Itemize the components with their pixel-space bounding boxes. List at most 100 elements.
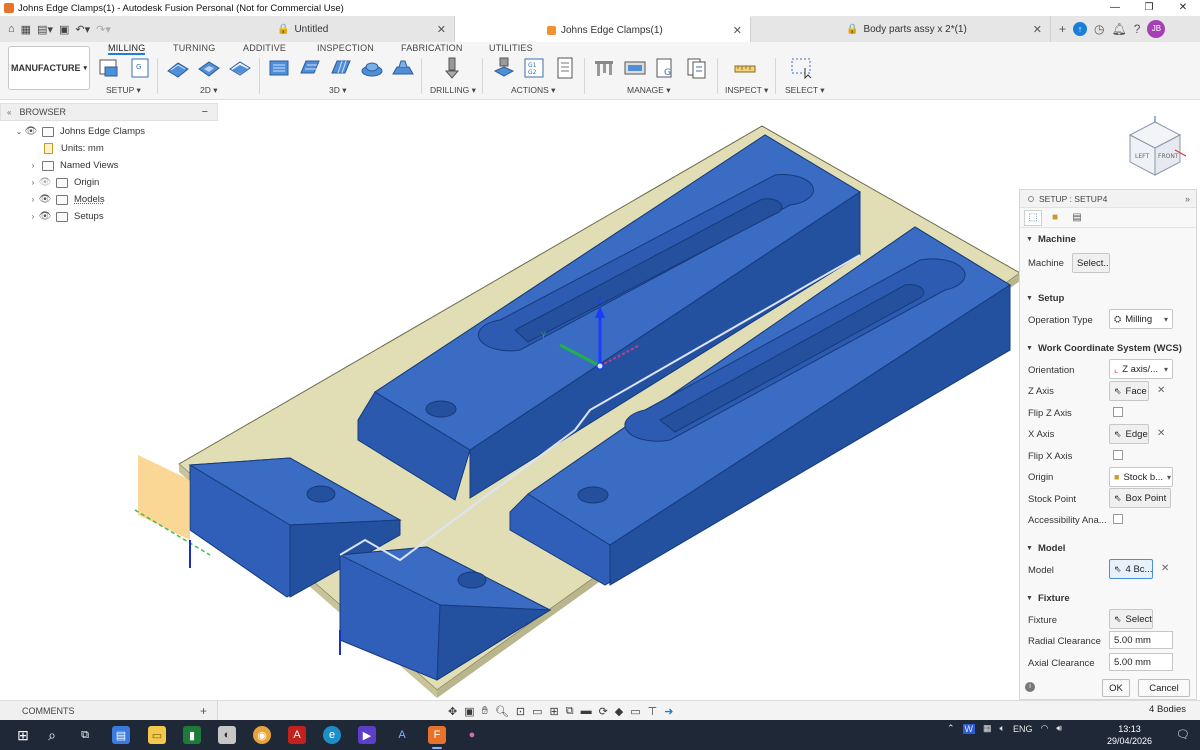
zoom-icon[interactable]: 🔍︎ bbox=[495, 705, 509, 718]
orbit-icon[interactable]: ✥ bbox=[448, 705, 457, 718]
origin-dropdown[interactable]: ■ Stock b... ▾ bbox=[1109, 467, 1173, 487]
orientation-dropdown[interactable]: ⌞ Z axis/... ▾ bbox=[1109, 359, 1173, 379]
select-icon[interactable] bbox=[790, 57, 814, 79]
clock[interactable]: 13:13 29/04/2026 bbox=[1107, 723, 1152, 747]
grid-icon[interactable]: ▦ bbox=[21, 23, 31, 36]
tree-item-named-views[interactable]: › Named Views bbox=[28, 158, 124, 173]
speaker-icon[interactable]: 🔈︎ bbox=[1000, 723, 1005, 734]
group-inspect-label[interactable]: INSPECT ▾ bbox=[725, 85, 768, 96]
tab-turning[interactable]: TURNING bbox=[173, 43, 215, 53]
expand-dialog-icon[interactable]: » bbox=[1185, 194, 1190, 204]
tree-item-origin[interactable]: › 👁︎ Origin bbox=[28, 175, 114, 190]
eye-icon[interactable]: 👁︎ bbox=[24, 126, 38, 137]
section-fixture[interactable]: ▼ Fixture bbox=[1026, 593, 1070, 604]
clear-selection-icon[interactable]: ✕ bbox=[1161, 563, 1169, 574]
chevron-up-icon[interactable]: ⌃ bbox=[947, 723, 955, 734]
workspace-switcher[interactable]: MANUFACTURE ▾ bbox=[8, 46, 90, 90]
operation-type-dropdown[interactable]: ⛭ Milling ▾ bbox=[1109, 309, 1173, 329]
fixture-selection-button[interactable]: ⇖ Select bbox=[1109, 609, 1153, 629]
save-icon[interactable]: ▣ bbox=[59, 23, 69, 36]
axial-clearance-input[interactable]: 5.00 mm bbox=[1109, 653, 1173, 671]
measure-icon[interactable] bbox=[733, 57, 757, 79]
network-icon[interactable]: ▦ bbox=[983, 723, 992, 734]
tree-item-models[interactable]: › 👁︎ Models bbox=[28, 192, 120, 207]
2d-pocket-icon[interactable] bbox=[197, 57, 221, 79]
section-view-icon[interactable]: ◆ bbox=[615, 705, 623, 718]
post-process-icon[interactable]: G1G2 bbox=[522, 57, 546, 79]
group-drilling-label[interactable]: DRILLING ▾ bbox=[430, 85, 476, 96]
undo-icon[interactable]: ↶▾ bbox=[75, 23, 90, 36]
eye-hidden-icon[interactable]: 👁︎ bbox=[38, 177, 52, 188]
2d-adaptive-icon[interactable] bbox=[166, 57, 190, 79]
radial-clearance-input[interactable]: 5.00 mm bbox=[1109, 631, 1173, 649]
pan-icon[interactable]: ✋︎ bbox=[482, 705, 488, 718]
word-icon[interactable]: W bbox=[962, 723, 976, 734]
grid-settings-icon[interactable]: ⊞ bbox=[550, 705, 559, 718]
chrome-icon[interactable]: ◉ bbox=[253, 726, 271, 744]
add-comment-icon[interactable]: + bbox=[200, 704, 207, 718]
minimize-button[interactable]: — bbox=[1098, 0, 1132, 16]
tab-utilities[interactable]: UTILITIES bbox=[489, 43, 533, 53]
group-3d-label[interactable]: 3D ▾ bbox=[329, 85, 347, 96]
home-icon[interactable]: ⌂ bbox=[8, 23, 15, 35]
eye-icon[interactable]: 👁︎ bbox=[38, 194, 52, 205]
flip-x-checkbox[interactable] bbox=[1113, 450, 1123, 460]
accessibility-checkbox[interactable] bbox=[1113, 514, 1123, 524]
tab-fabrication[interactable]: FABRICATION bbox=[401, 43, 463, 53]
file-explorer-icon[interactable]: ▭ bbox=[148, 726, 166, 744]
section-model[interactable]: ▼ Model bbox=[1026, 543, 1065, 554]
tree-item-units[interactable]: Units: mm bbox=[42, 141, 112, 156]
language-indicator[interactable]: ENG bbox=[1013, 724, 1033, 734]
rotate-icon[interactable]: ⟳ bbox=[599, 705, 608, 718]
update-icon[interactable]: ↑ bbox=[1073, 22, 1088, 36]
simulate-icon[interactable] bbox=[492, 57, 516, 79]
cancel-button[interactable]: Cancel bbox=[1138, 679, 1190, 697]
bell-icon[interactable]: 🔔︎ bbox=[1112, 22, 1127, 36]
flip-z-checkbox[interactable] bbox=[1113, 407, 1123, 417]
tab-additive[interactable]: ADDITIVE bbox=[243, 43, 286, 53]
avatar[interactable]: JB bbox=[1147, 20, 1166, 38]
simulation-icon[interactable]: ➜ bbox=[664, 705, 673, 718]
tab-milling[interactable]: MILLING bbox=[108, 43, 146, 55]
info-icon[interactable]: i bbox=[1025, 682, 1035, 692]
sheets-icon[interactable]: ▮ bbox=[183, 726, 201, 744]
chevron-right-icon[interactable]: › bbox=[28, 161, 38, 170]
clear-selection-icon[interactable]: ✕ bbox=[1157, 428, 1165, 439]
group-manage-label[interactable]: MANAGE ▾ bbox=[627, 85, 670, 96]
z-axis-selection-button[interactable]: ⇖ Face bbox=[1109, 381, 1149, 401]
group-actions-label[interactable]: ACTIONS ▾ bbox=[511, 85, 555, 96]
autodesk-icon[interactable]: A bbox=[393, 726, 411, 744]
maximize-button[interactable]: ❐ bbox=[1132, 0, 1166, 16]
eye-icon[interactable]: 👁︎ bbox=[38, 211, 52, 222]
tool-library-icon[interactable] bbox=[592, 57, 616, 79]
drill-icon[interactable] bbox=[440, 57, 464, 79]
clear-selection-icon[interactable]: ✕ bbox=[1157, 385, 1165, 396]
close-tab-icon[interactable]: ✕ bbox=[733, 24, 742, 37]
comments-panel[interactable]: COMMENTS + bbox=[0, 701, 218, 721]
object-visibility-icon[interactable]: ▬ bbox=[581, 705, 592, 717]
group-select-label[interactable]: SELECT ▾ bbox=[785, 85, 825, 96]
windows-start-icon[interactable]: ⊞ bbox=[14, 726, 32, 744]
group-setup-label[interactable]: SETUP ▾ bbox=[106, 85, 141, 96]
section-wcs[interactable]: ▼ Work Coordinate System (WCS) bbox=[1026, 343, 1182, 354]
setup-tab-icon[interactable]: ⬚ bbox=[1024, 209, 1042, 226]
stock-point-button[interactable]: ⇖ Box Point bbox=[1109, 488, 1171, 508]
wifi-icon[interactable]: ◠ bbox=[1040, 723, 1048, 734]
clock-icon[interactable]: ◷ bbox=[1094, 22, 1104, 36]
fit-icon[interactable]: ⊡ bbox=[516, 705, 525, 718]
parallel-icon[interactable] bbox=[329, 57, 353, 79]
file-menu-icon[interactable]: ▤▾ bbox=[37, 23, 53, 36]
store-icon[interactable]: ▤ bbox=[112, 726, 130, 744]
tab-inspection[interactable]: INSPECTION bbox=[317, 43, 374, 53]
tab-johns-edge-clamps[interactable]: Johns Edge Clamps(1) ✕ bbox=[455, 16, 751, 42]
x-axis-selection-button[interactable]: ⇖ Edge bbox=[1109, 424, 1149, 444]
model-selection-button[interactable]: ⇖ 4 Bc... bbox=[1109, 559, 1153, 579]
redo-icon[interactable]: ↷▾ bbox=[96, 23, 111, 36]
close-tab-icon[interactable]: ✕ bbox=[437, 23, 446, 36]
notification-icon[interactable]: 🗨︎ bbox=[1176, 728, 1190, 741]
3d-pocket-icon[interactable] bbox=[298, 57, 322, 79]
filter-icon[interactable]: ⊤ bbox=[648, 705, 658, 718]
section-setup[interactable]: ▼ Setup bbox=[1026, 293, 1064, 304]
group-2d-label[interactable]: 2D ▾ bbox=[200, 85, 218, 96]
stock-tab-icon[interactable]: ■ bbox=[1046, 210, 1064, 226]
